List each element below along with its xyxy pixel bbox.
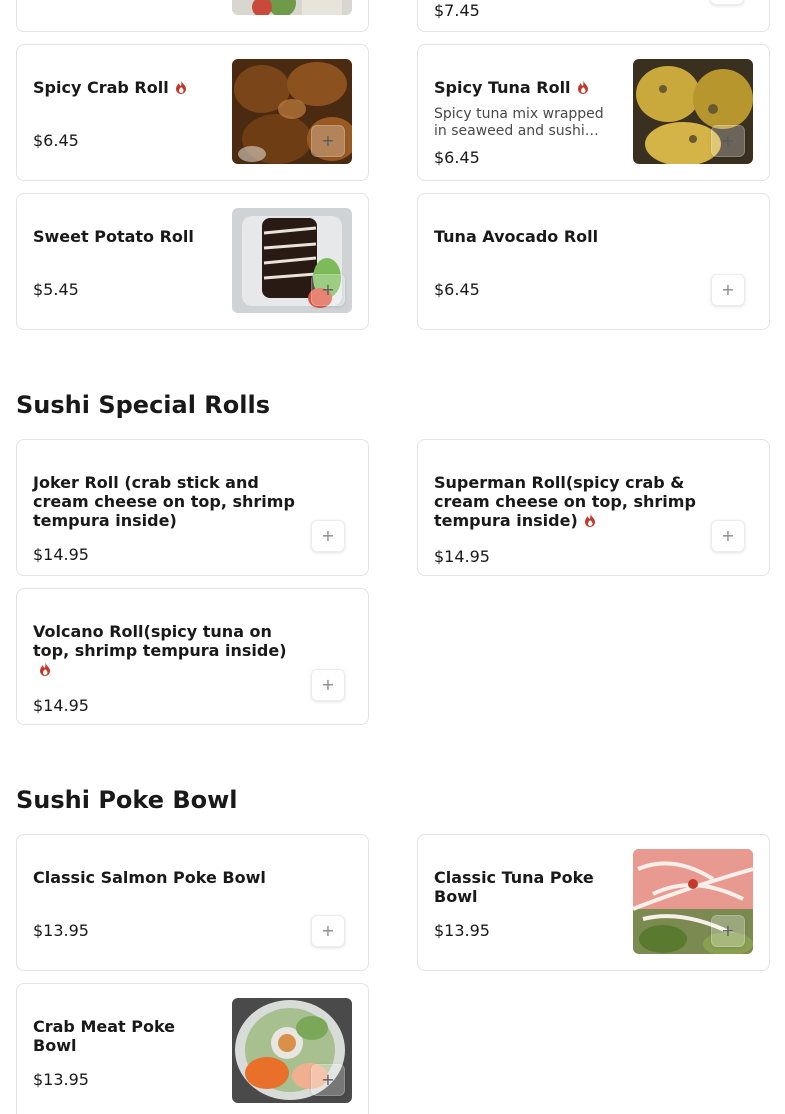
item-description: Spicy tuna mix wrapped in seaweed and su… [434,106,604,139]
plus-icon: + [721,921,735,940]
plus-icon: + [321,1070,335,1089]
menu-item-card[interactable] [16,0,369,32]
food-image [232,0,352,15]
item-price: $14.95 [33,696,89,715]
item-name-text: Volcano Roll(spicy tuna on top, shrimp t… [33,622,287,660]
add-to-cart-button[interactable]: + [711,125,745,157]
item-price: $13.95 [33,921,89,940]
menu-item-card[interactable]: Tuna Avocado Roll $6.45 + [417,193,770,330]
menu-item-card[interactable]: Volcano Roll(spicy tuna on top, shrimp t… [16,588,369,725]
item-name-text: Spicy Crab Roll [33,78,169,97]
menu-item-card[interactable]: Crab Meat Poke Bowl $13.95 + [16,983,369,1114]
plus-icon: + [321,921,335,940]
section-title: Sushi Special Rolls [16,391,271,419]
add-to-cart-button[interactable]: + [711,915,745,947]
item-name: Superman Roll(spicy crab & cream cheese … [434,473,706,530]
item-name: Tuna Avocado Roll [434,227,599,246]
item-price: $13.95 [33,1070,89,1089]
plus-icon: + [721,526,735,545]
item-name-text: Spicy Tuna Roll [434,78,571,97]
add-to-cart-button[interactable]: + [710,0,744,5]
flame-icon [584,513,595,527]
item-name: Crab Meat Poke Bowl [33,1017,176,1055]
item-name: Sweet Potato Roll [33,227,194,246]
item-price: $7.45 [434,1,480,20]
flame-icon [577,80,588,94]
menu-item-card[interactable]: Spicy Crab Roll $6.45 + [16,44,369,181]
add-to-cart-button[interactable]: + [311,125,345,157]
item-price: $14.95 [33,545,89,564]
menu-item-card[interactable]: Spicy Tuna Roll Spicy tuna mix wrapped i… [417,44,770,181]
plus-icon: + [721,280,735,299]
menu-item-card[interactable]: Superman Roll(spicy crab & cream cheese … [417,439,770,576]
add-to-cart-button[interactable]: + [311,520,345,552]
menu-item-card[interactable]: Classic Tuna Poke Bowl $13.95 + [417,834,770,971]
item-price: $5.45 [33,280,79,299]
item-price: $6.45 [434,148,480,167]
plus-icon: + [321,280,335,299]
item-name: Joker Roll (crab stick and cream cheese … [33,473,295,530]
item-name: Volcano Roll(spicy tuna on top, shrimp t… [33,622,303,679]
add-to-cart-button[interactable]: + [311,669,345,701]
menu-item-card[interactable]: $7.45 + [417,0,770,32]
item-name: Classic Tuna Poke Bowl [434,868,594,906]
item-name: Spicy Tuna Roll [434,78,589,97]
plus-icon: + [321,131,335,150]
item-name: Spicy Crab Roll [33,78,187,97]
flame-icon [175,80,186,94]
item-price: $14.95 [434,547,490,566]
flame-icon [40,662,50,676]
item-price: $6.45 [434,280,480,299]
plus-icon: + [321,675,335,694]
plus-icon: + [321,526,335,545]
add-to-cart-button[interactable]: + [711,520,745,552]
add-to-cart-button[interactable]: + [311,1064,345,1096]
section-title: Sushi Poke Bowl [16,786,238,814]
menu-item-card[interactable]: Classic Salmon Poke Bowl $13.95 + [16,834,369,971]
add-to-cart-button[interactable]: + [311,274,345,306]
item-price: $6.45 [33,131,79,150]
plus-icon: + [720,0,733,3]
menu-item-card[interactable]: Joker Roll (crab stick and cream cheese … [16,439,369,576]
item-name-text: Superman Roll(spicy crab & cream cheese … [434,473,696,530]
add-to-cart-button[interactable]: + [311,915,345,947]
item-price: $13.95 [434,921,490,940]
menu-item-card[interactable]: Sweet Potato Roll $5.45 + [16,193,369,330]
plus-icon: + [721,131,735,150]
item-name: Classic Salmon Poke Bowl [33,868,266,887]
add-to-cart-button[interactable]: + [711,274,745,306]
